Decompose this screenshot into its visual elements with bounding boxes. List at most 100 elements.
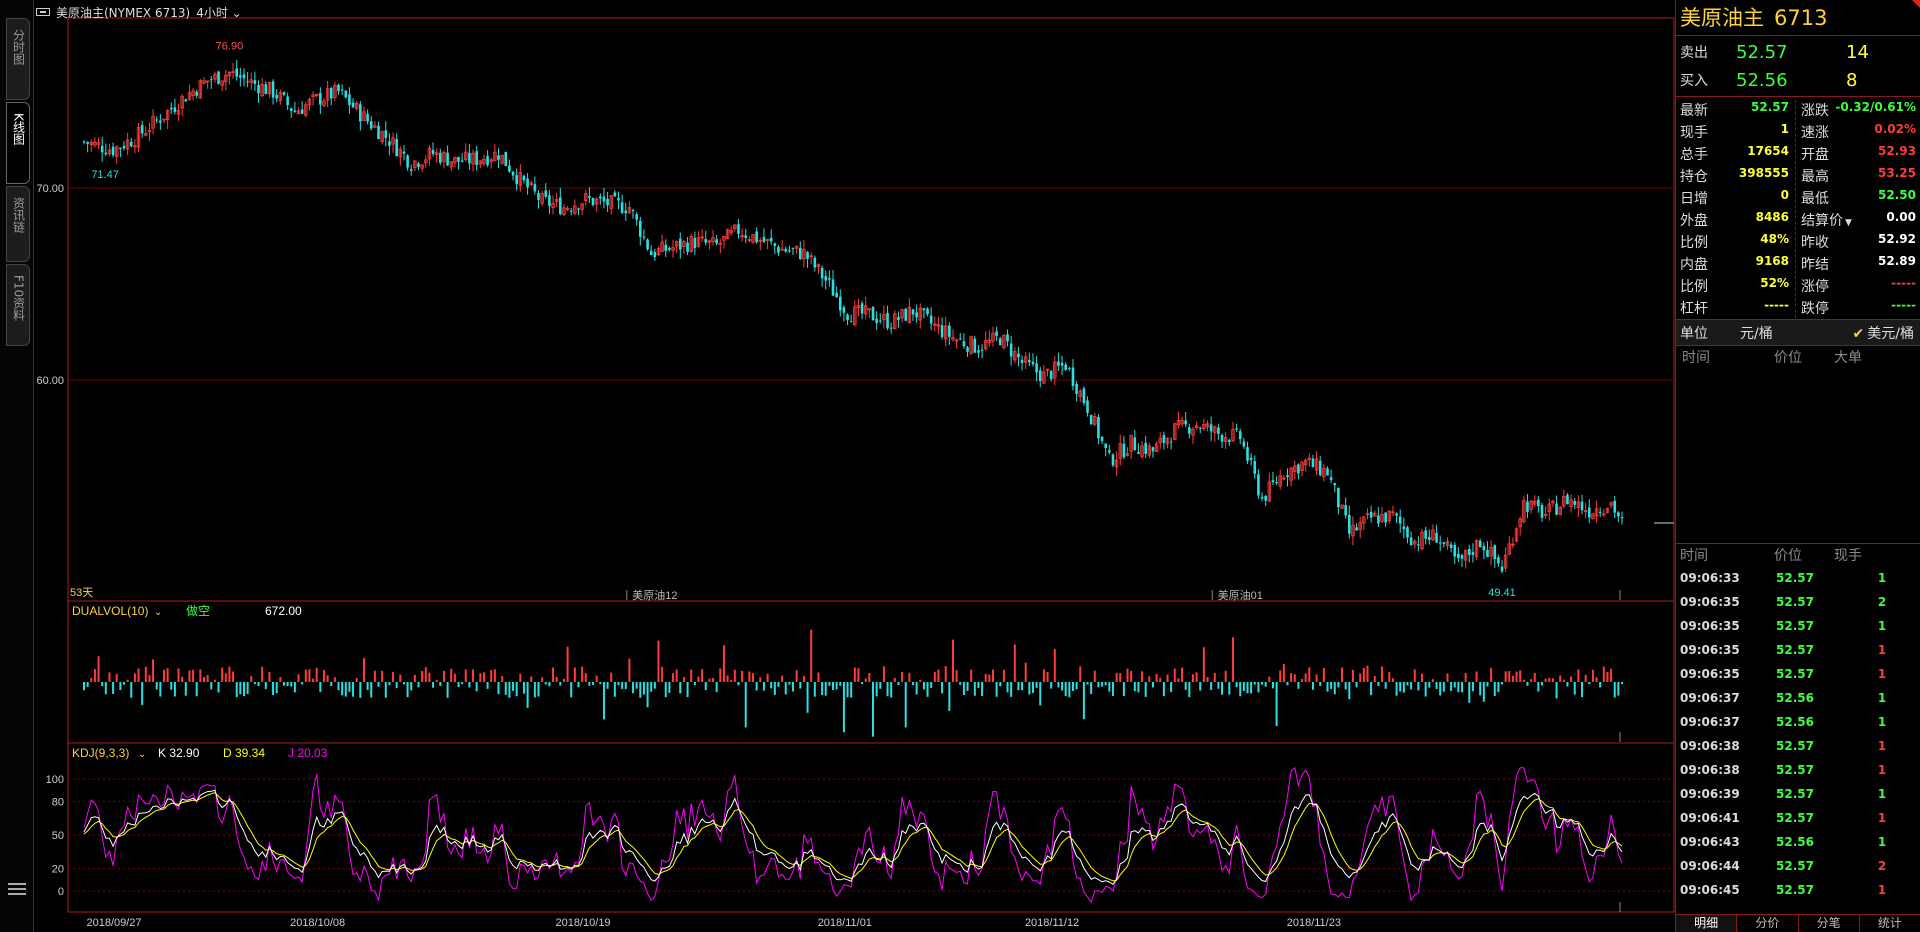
tick-row[interactable]: 09:06:38 52.57 1 [1676, 758, 1920, 782]
candle-body [1337, 487, 1340, 508]
bid-ask: 卖出 52.57 14 买入 52.56 8 [1676, 36, 1920, 97]
candle-body [1122, 443, 1126, 458]
tick-row[interactable]: 09:06:33 52.57 1 [1676, 566, 1920, 590]
tick-row[interactable]: 09:06:44 52.57 2 [1676, 854, 1920, 878]
tick-row[interactable]: 09:06:35 52.57 1 [1676, 638, 1920, 662]
bottom-tab[interactable]: 明细 [1676, 915, 1738, 932]
volume-bar [613, 682, 616, 697]
quote-cell-left: 持仓 398555 [1676, 166, 1796, 186]
tab-f10[interactable]: F10资料 [6, 264, 30, 346]
unit-option-yuan[interactable]: 元/桶 [1740, 323, 1830, 343]
unit-option-usd[interactable]: ✔ 美元/桶 [1830, 323, 1920, 343]
quote-cell-right: 最低 52.50 [1796, 188, 1920, 208]
tab-kline[interactable]: K线图 [6, 102, 30, 184]
volume-bar [392, 672, 395, 682]
volume-bar [810, 629, 813, 682]
high-label: 76.90 [216, 41, 244, 53]
candle-body [777, 246, 780, 253]
chevron-down-icon: ⌄ [154, 607, 162, 618]
tick-row[interactable]: 09:06:35 52.57 1 [1676, 614, 1920, 638]
candle-body [1133, 437, 1137, 451]
volume-bar [675, 669, 678, 682]
quote-label: 总手 [1680, 147, 1708, 163]
volume-bar [759, 677, 762, 682]
tick-row[interactable]: 09:06:45 52.57 1 [1676, 878, 1920, 902]
volume-bar [126, 679, 129, 682]
candle-body [1311, 458, 1315, 468]
candle-body [366, 114, 369, 122]
volume-bar [1079, 666, 1082, 682]
tick-price: 52.57 [1776, 763, 1814, 777]
volume-bar [348, 682, 351, 692]
volume-bar [101, 682, 104, 687]
tick-row[interactable]: 09:06:37 52.56 1 [1676, 686, 1920, 710]
tick-row[interactable]: 09:06:41 52.57 1 [1676, 806, 1920, 830]
volume-bar [1461, 682, 1464, 693]
volume-bar [297, 674, 300, 682]
tick-row[interactable]: 09:06:37 52.56 1 [1676, 710, 1920, 734]
volume-bar [566, 646, 569, 682]
volume-bar [1231, 637, 1234, 682]
candle-body [1566, 494, 1569, 505]
candle-body [264, 84, 268, 94]
candle-body [915, 312, 918, 318]
candle-body [995, 331, 998, 336]
caret-down-icon[interactable]: ▼ [1845, 218, 1852, 228]
volume-bar [1613, 682, 1616, 698]
volume-bar [875, 682, 878, 697]
volume-bar [1250, 682, 1253, 694]
bottom-tab[interactable]: 分笔 [1798, 915, 1860, 932]
candle-body [1031, 361, 1035, 365]
volume-bar [1602, 666, 1605, 682]
candle-body [1006, 334, 1009, 342]
quote-value: 8486 [1755, 210, 1789, 224]
kdj-tick-label: 20 [52, 864, 64, 876]
candle-body [737, 224, 740, 234]
volume-bar [1228, 682, 1231, 695]
volume-bar [642, 682, 645, 695]
quote-cell-left: 现手 1 [1676, 122, 1796, 142]
date-tick-label: 2018/11/01 [818, 917, 872, 929]
candle-body [1497, 557, 1500, 564]
volume-bar [486, 682, 489, 689]
window-icon[interactable] [36, 8, 50, 16]
candle-body [289, 108, 293, 111]
tick-row[interactable]: 09:06:39 52.57 1 [1676, 782, 1920, 806]
tick-row[interactable]: 09:06:35 52.57 1 [1676, 662, 1920, 686]
tick-row[interactable]: 09:06:43 52.56 1 [1676, 830, 1920, 854]
volume-bar [352, 682, 355, 697]
volume-bar [1359, 673, 1362, 682]
volume-bar [737, 682, 740, 686]
volume-bar [1210, 682, 1213, 690]
candle-body [922, 308, 926, 311]
bid-row[interactable]: 买入 52.56 8 [1676, 66, 1920, 94]
kline-chart[interactable]: 70.00 60.00 76.90 71.47 49.41 美原油12 美原油01 53天 DU… [34, 0, 1675, 932]
candle-body [1369, 511, 1373, 518]
volume-bar [468, 682, 471, 688]
volume-bar [944, 666, 947, 682]
volume-bar [308, 669, 311, 682]
candle-body [159, 120, 162, 123]
chart-area[interactable]: 70.00 60.00 76.90 71.47 49.41 美原油12 美原油01 53天 DU… [34, 0, 1675, 932]
tab-news-chain[interactable]: 资讯链 [6, 186, 30, 262]
ask-row[interactable]: 卖出 52.57 14 [1676, 38, 1920, 66]
ticks-list[interactable]: 09:06:33 52.57 1 09:06:35 52.57 2 09:06:35 52.5… [1676, 566, 1920, 902]
instrument-header: 美原油主 6713 [1676, 0, 1920, 36]
volume-bar [515, 682, 518, 697]
candle-body [384, 130, 388, 138]
volume-bar [326, 675, 329, 682]
volume-bar [406, 682, 409, 698]
bottom-tab[interactable]: 分价 [1737, 915, 1799, 932]
bottom-tab[interactable]: 统计 [1859, 915, 1920, 932]
quote-panel: 美原油主 6713 卖出 52.57 14 买入 52.56 8 最新 52.57 涨… [1675, 0, 1920, 932]
candle-body [300, 109, 304, 114]
menu-icon[interactable] [8, 880, 26, 896]
tab-intraday[interactable]: 分时图 [6, 18, 30, 100]
volume-bar [1010, 682, 1013, 697]
period-select[interactable]: 4小时 ⌄ [196, 4, 242, 21]
tick-row[interactable]: 09:06:38 52.57 1 [1676, 734, 1920, 758]
candle-body [678, 238, 682, 250]
volume-bar [690, 669, 693, 682]
volume-bar [792, 682, 795, 692]
tick-row[interactable]: 09:06:35 52.57 2 [1676, 590, 1920, 614]
